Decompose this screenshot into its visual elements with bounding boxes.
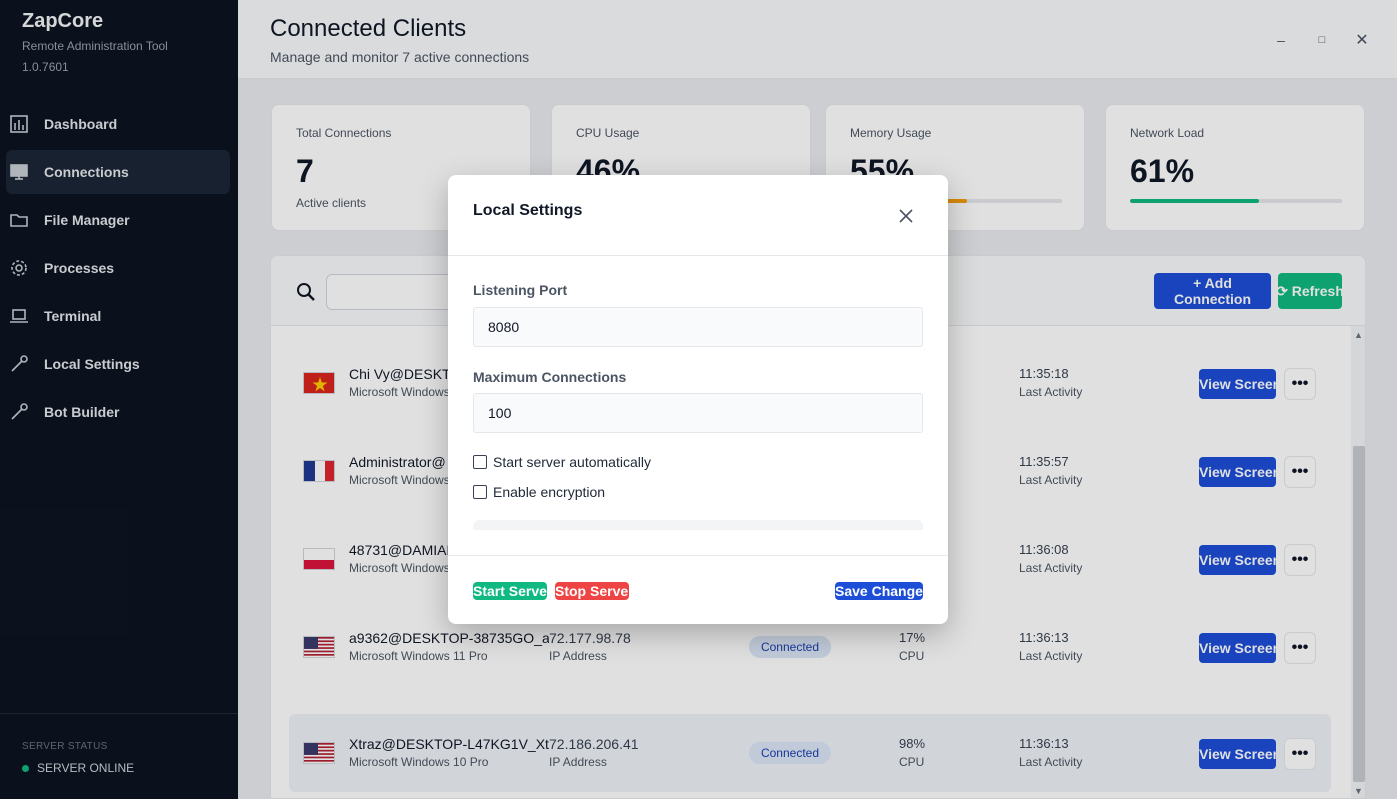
encryption-label: Enable encryption bbox=[493, 484, 606, 500]
stop-server-button[interactable]: Stop Server bbox=[555, 582, 634, 600]
modal-title: Local Settings bbox=[473, 202, 583, 219]
auto-start-option[interactable]: Start server automatically bbox=[473, 454, 651, 470]
start-server-button[interactable]: Start Server bbox=[473, 582, 552, 600]
local-settings-modal: Local Settings Listening Port Maximum Co… bbox=[448, 175, 948, 624]
max-connections-input[interactable] bbox=[473, 393, 923, 433]
modal-footer: Start Server Stop Server Save Changes bbox=[448, 555, 948, 624]
auto-start-checkbox[interactable] bbox=[473, 455, 487, 469]
save-changes-button[interactable]: Save Changes bbox=[835, 582, 931, 600]
close-icon[interactable] bbox=[897, 207, 915, 225]
max-connections-label: Maximum Connections bbox=[473, 369, 627, 385]
encryption-option[interactable]: Enable encryption bbox=[473, 484, 605, 500]
modal-content-edge bbox=[473, 520, 923, 530]
listening-port-label: Listening Port bbox=[473, 282, 568, 298]
encryption-checkbox[interactable] bbox=[473, 485, 487, 499]
auto-start-label: Start server automatically bbox=[493, 454, 651, 470]
listening-port-input[interactable] bbox=[473, 307, 923, 347]
modal-header: Local Settings bbox=[448, 175, 948, 256]
